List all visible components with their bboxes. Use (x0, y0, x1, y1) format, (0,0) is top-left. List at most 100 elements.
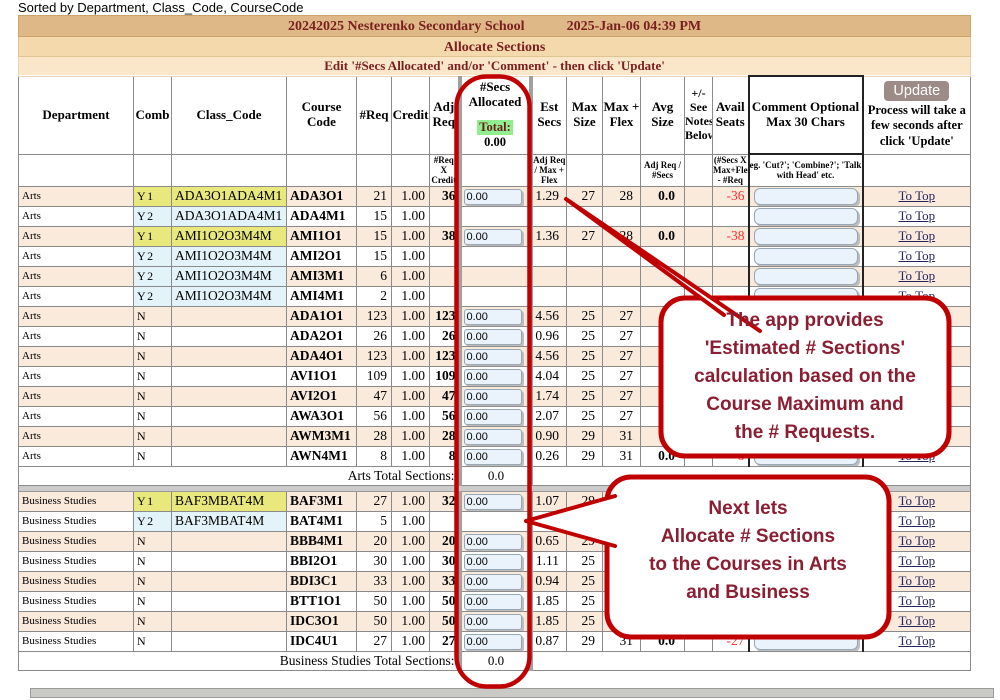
col-req: #Req (357, 76, 392, 154)
class-code-cell (172, 386, 287, 406)
est-secs-cell: 1.11 (531, 551, 567, 571)
max-flex-cell: 31 (603, 446, 641, 466)
max-flex-cell: 28 (603, 226, 641, 246)
credit-cell: 1.00 (392, 226, 430, 246)
comment-cell (749, 406, 863, 426)
secs-allocated-input[interactable] (464, 494, 522, 510)
to-top-link[interactable]: To Top (899, 248, 936, 263)
comment-input[interactable] (754, 513, 858, 530)
comment-input[interactable] (754, 448, 858, 465)
secs-allocated-input[interactable] (464, 594, 522, 610)
comment-input[interactable] (754, 613, 858, 630)
to-top-link[interactable]: To Top (899, 593, 936, 608)
comb-cell: N (134, 306, 172, 326)
to-top-link[interactable]: To Top (899, 348, 936, 363)
comment-cell (749, 186, 863, 206)
to-top-link[interactable]: To Top (899, 633, 936, 648)
course-code-cell: AWA3O1 (287, 406, 357, 426)
comment-input[interactable] (754, 533, 858, 550)
avail-seats-cell (713, 406, 749, 426)
to-top-link[interactable]: To Top (899, 208, 936, 223)
report-timestamp: 2025-Jan-06 04:39 PM (567, 19, 702, 34)
to-top-link[interactable]: To Top (899, 553, 936, 568)
comment-input[interactable] (754, 228, 858, 245)
comment-input[interactable] (754, 593, 858, 610)
to-top-cell: To Top (863, 426, 971, 446)
department-cell: Business Studies (19, 611, 134, 631)
course-code-cell: AVI2O1 (287, 386, 357, 406)
class-code-cell: BAF3MBAT4M (172, 491, 287, 511)
secs-allocated-input[interactable] (464, 309, 522, 325)
secs-allocated-input[interactable] (464, 449, 522, 465)
secs-allocated-input[interactable] (464, 554, 522, 570)
max-flex-cell: 31 (603, 426, 641, 446)
req-cell: 50 (357, 611, 392, 631)
max-flex-cell (603, 246, 641, 266)
table-row: ArtsY2ADA3O1ADA4M1ADA4M1151.00To Top (19, 206, 971, 226)
secs-allocated-cell (460, 446, 531, 466)
comment-input[interactable] (754, 553, 858, 570)
secs-allocated-input[interactable] (464, 429, 522, 445)
to-top-link[interactable]: To Top (899, 228, 936, 243)
secs-allocated-input[interactable] (464, 574, 522, 590)
to-top-link[interactable]: To Top (899, 368, 936, 383)
comment-input[interactable] (754, 328, 858, 345)
comb-cell: N (134, 571, 172, 591)
comment-input[interactable] (754, 268, 858, 285)
est-secs-cell: 4.04 (531, 366, 567, 386)
comment-input[interactable] (754, 388, 858, 405)
to-top-link[interactable]: To Top (899, 288, 936, 303)
comb-cell: N (134, 446, 172, 466)
secs-allocated-input[interactable] (464, 614, 522, 630)
to-top-link[interactable]: To Top (899, 408, 936, 423)
comment-input[interactable] (754, 633, 858, 650)
comment-input[interactable] (754, 188, 858, 205)
secs-allocated-input[interactable] (464, 634, 522, 650)
secs-allocated-input[interactable] (464, 349, 522, 365)
req-cell: 30 (357, 551, 392, 571)
secs-allocated-input[interactable] (464, 534, 522, 550)
to-top-link[interactable]: To Top (899, 428, 936, 443)
comment-input[interactable] (754, 288, 858, 305)
to-top-link[interactable]: To Top (899, 328, 936, 343)
comment-input[interactable] (754, 368, 858, 385)
to-top-link[interactable]: To Top (899, 188, 936, 203)
avail-seats-cell (713, 346, 749, 366)
to-top-link[interactable]: To Top (899, 268, 936, 283)
course-code-cell: AWN4M1 (287, 446, 357, 466)
max-flex-cell (603, 266, 641, 286)
adj-req-cell: 33 (430, 571, 460, 591)
avail-seats-cell (713, 266, 749, 286)
to-top-link[interactable]: To Top (899, 388, 936, 403)
secs-allocated-input[interactable] (464, 369, 522, 385)
secs-allocated-input[interactable] (464, 389, 522, 405)
to-top-link[interactable]: To Top (899, 573, 936, 588)
to-top-link[interactable]: To Top (899, 513, 936, 528)
to-top-link[interactable]: To Top (899, 613, 936, 628)
to-top-link[interactable]: To Top (899, 308, 936, 323)
class-code-cell (172, 571, 287, 591)
to-top-link[interactable]: To Top (899, 448, 936, 463)
secs-allocated-input[interactable] (464, 189, 522, 205)
secs-allocated-input[interactable] (464, 229, 522, 245)
comment-input[interactable] (754, 493, 858, 510)
to-top-link[interactable]: To Top (899, 493, 936, 508)
comment-input[interactable] (754, 573, 858, 590)
class-code-cell (172, 531, 287, 551)
max-size-cell: 25 (567, 366, 603, 386)
secs-allocated-input[interactable] (464, 329, 522, 345)
comb-cell: N (134, 366, 172, 386)
credit-cell: 1.00 (392, 386, 430, 406)
comment-input[interactable] (754, 208, 858, 225)
horizontal-scrollbar[interactable] (30, 688, 994, 698)
comment-input[interactable] (754, 408, 858, 425)
secs-allocated-input[interactable] (464, 409, 522, 425)
comment-input[interactable] (754, 308, 858, 325)
comment-input[interactable] (754, 348, 858, 365)
to-top-link[interactable]: To Top (899, 533, 936, 548)
req-cell: 20 (357, 531, 392, 551)
comment-input[interactable] (754, 248, 858, 265)
formula-row: #Req X Credit Adj Req / Max + Flex Adj R… (19, 154, 971, 186)
update-button[interactable]: Update (884, 81, 949, 101)
comment-input[interactable] (754, 428, 858, 445)
